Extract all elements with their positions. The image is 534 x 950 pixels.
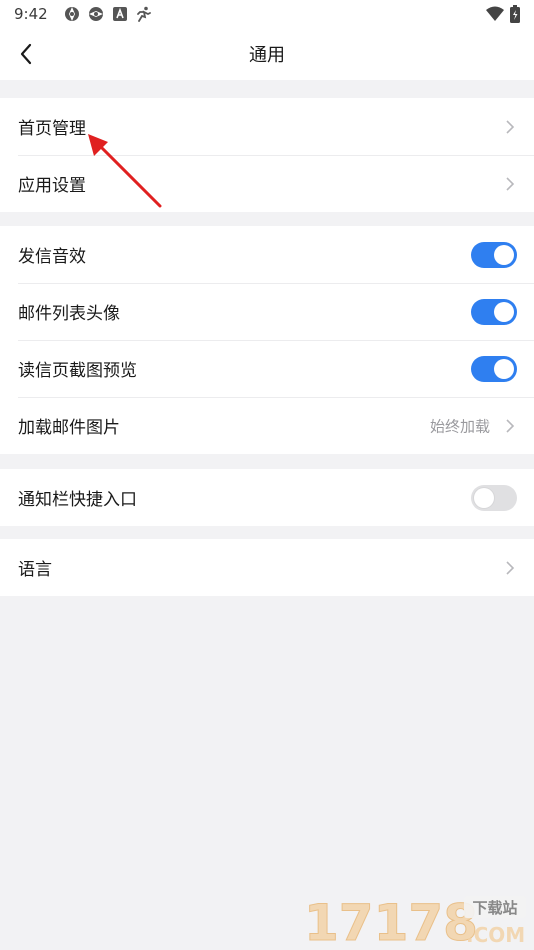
settings-row-notification-shortcut: 通知栏快捷入口 [0,469,534,526]
settings-group-home: 首页管理 应用设置 [0,98,534,212]
row-label: 语言 [18,560,52,580]
chevron-left-icon [20,43,32,65]
row-label: 加载邮件图片 [18,418,120,438]
send-sound-toggle[interactable] [471,241,517,268]
settings-row-list-avatar: 邮件列表头像 [0,283,534,340]
title-bar: 通用 [0,28,534,80]
toggle-knob [494,244,514,265]
watermark-logo: 17178 下载站 .COM [304,894,530,950]
aperture-icon [64,6,80,22]
settings-row-screenshot-preview: 读信页截图预览 [0,340,534,397]
settings-row-language[interactable]: 语言 [0,539,534,596]
watermark-number: 17178 [304,894,478,946]
back-button[interactable] [8,36,44,72]
row-label: 邮件列表头像 [18,304,120,324]
chevron-right-icon [506,560,515,575]
settings-group-language: 语言 [0,539,534,596]
list-avatar-toggle[interactable] [471,298,517,325]
toggle-knob [494,301,514,322]
row-label: 通知栏快捷入口 [18,490,137,510]
running-icon [136,6,152,22]
row-label: 发信音效 [18,247,86,267]
status-system-icons [486,5,520,27]
settings-row-load-images[interactable]: 加载邮件图片 始终加载 [0,397,534,454]
status-notification-icons [64,6,152,22]
page-title: 通用 [249,45,285,66]
toggle-knob [474,487,494,508]
row-value: 始终加载 [429,417,490,435]
aperture-icon [88,6,104,22]
settings-row-send-sound: 发信音效 [0,226,534,283]
status-bar: 9:42 [0,0,534,28]
settings-row-home-management[interactable]: 首页管理 [0,98,534,155]
chevron-right-icon [506,418,515,433]
settings-group-mail: 发信音效 邮件列表头像 读信页截图预览 加载邮件图片 始终加载 [0,226,534,454]
row-label: 读信页截图预览 [18,361,137,381]
watermark-suffix: .COM [466,923,525,946]
settings-row-app-settings[interactable]: 应用设置 [0,155,534,212]
chevron-right-icon [506,176,515,191]
row-label: 应用设置 [18,176,86,196]
a-icon [112,6,128,22]
settings-group-notification: 通知栏快捷入口 [0,469,534,526]
wifi-icon [486,6,504,26]
battery-icon [510,5,520,27]
toggle-knob [494,358,514,379]
watermark-badge: 下载站 [472,899,517,917]
status-time: 9:42 [14,5,48,23]
notification-shortcut-toggle[interactable] [471,484,517,511]
screenshot-preview-toggle[interactable] [471,355,517,382]
row-label: 首页管理 [18,119,86,139]
chevron-right-icon [506,119,515,134]
